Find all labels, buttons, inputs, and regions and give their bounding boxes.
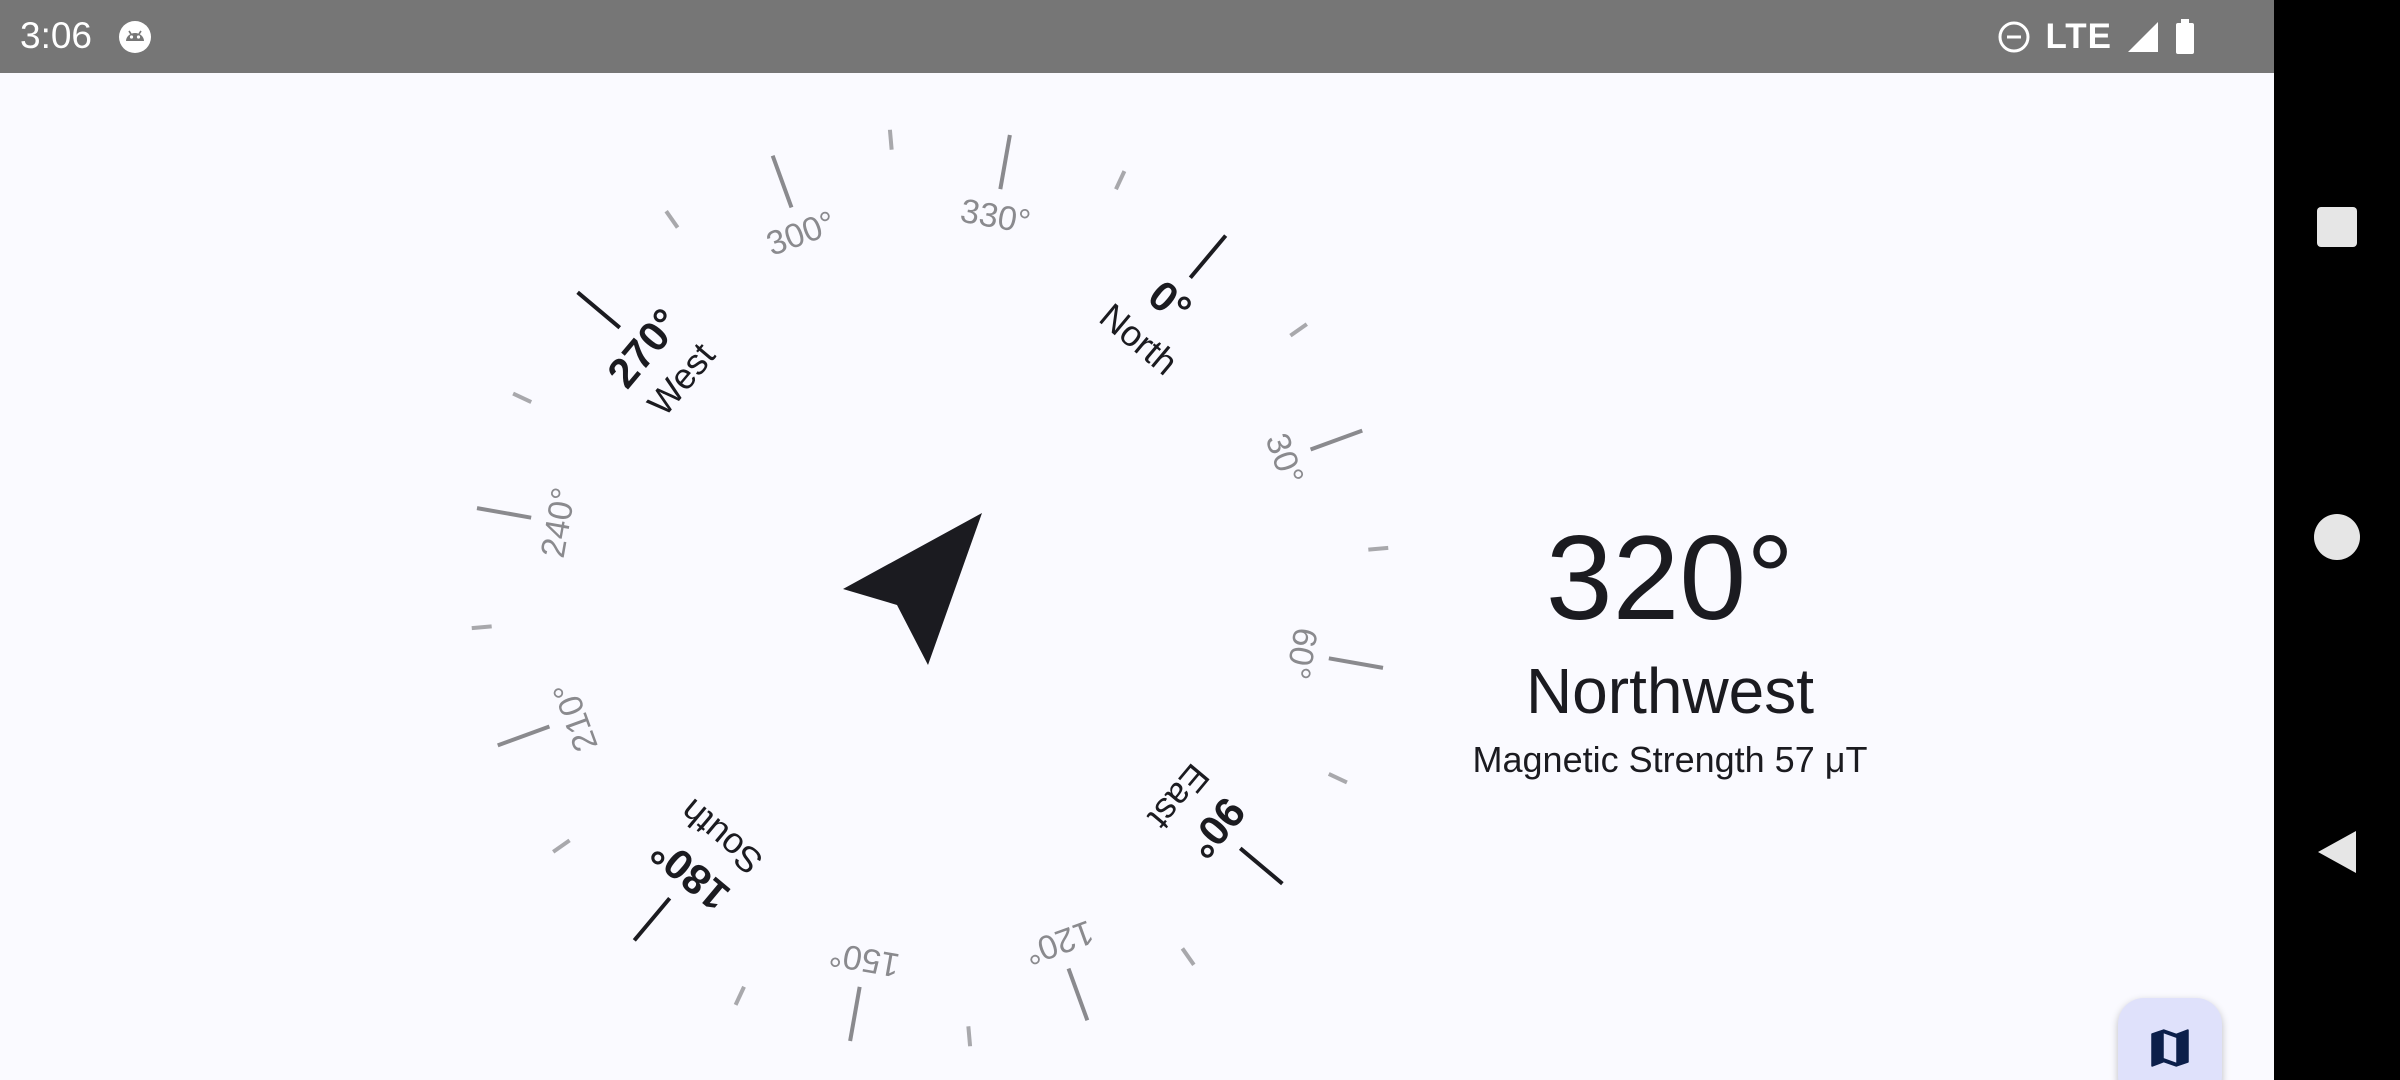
tick-240	[476, 506, 532, 520]
compass-screen: 30° 60° 120° 150° 210° 240° 300° 330° 0° North 90°…	[0, 73, 2274, 1080]
map-button[interactable]	[2118, 998, 2222, 1080]
tick-minor-225	[471, 624, 492, 631]
tick-60	[1328, 656, 1384, 670]
degree-label-120: 120°	[1019, 912, 1098, 972]
tick-major-90	[1238, 846, 1284, 886]
degree-label-150: 150°	[827, 934, 903, 984]
tick-minor-135	[966, 1026, 973, 1047]
compass-dial: 30°60°120°150°210°240°300° 330°0°North90°…	[471, 129, 1389, 1047]
back-triangle-icon	[2316, 829, 2358, 880]
degree-label-240: 240°	[534, 485, 584, 561]
recents-button[interactable]	[2274, 205, 2400, 253]
tick-120	[1066, 967, 1090, 1021]
map-icon	[2145, 1023, 2195, 1078]
tick-minor-75	[1327, 772, 1348, 785]
degree-label-30: 30°	[1258, 428, 1311, 489]
tick-300	[770, 155, 794, 209]
signal-icon	[2126, 20, 2160, 54]
degree-label-300: 300°	[762, 204, 841, 264]
do-not-disturb-icon	[1997, 20, 2031, 54]
home-button[interactable]	[2274, 513, 2400, 566]
tick-major-0	[1188, 234, 1228, 280]
recents-square-icon	[2316, 206, 2358, 253]
network-type: LTE	[2045, 17, 2112, 56]
back-button[interactable]	[2274, 830, 2400, 878]
tick-minor-195	[552, 838, 571, 854]
navigation-bar	[2274, 0, 2400, 1080]
tick-30	[1309, 428, 1363, 452]
tick-major-180	[632, 896, 672, 942]
android-app-icon	[118, 20, 152, 54]
heading-direction: Northwest	[1525, 655, 1815, 727]
tick-minor-255	[512, 391, 533, 404]
tick-minor-165	[733, 985, 746, 1006]
degree-label-330: 330°	[958, 192, 1034, 242]
tick-minor-105	[1180, 947, 1196, 966]
tick-210	[497, 724, 551, 748]
tick-major-270	[576, 290, 622, 330]
direction-arrow-icon	[843, 513, 982, 665]
tick-minor-345	[1114, 170, 1127, 191]
magnetic-strength: Magnetic Strength 57 μT	[1472, 739, 1868, 780]
battery-icon	[2174, 19, 2196, 55]
tick-minor-45	[1368, 545, 1389, 552]
degree-label-60: 60°	[1278, 625, 1324, 682]
tick-minor-285	[664, 210, 680, 229]
status-icons: LTE	[1997, 16, 2196, 58]
tick-330	[998, 134, 1012, 190]
tick-minor-315	[887, 129, 894, 150]
home-circle-icon	[2313, 513, 2361, 566]
degree-label-210: 210°	[546, 677, 606, 756]
status-bar: 3:06 LTE	[0, 0, 2274, 73]
tick-150	[848, 986, 862, 1042]
status-time: 3:06	[20, 15, 93, 56]
heading-degrees: 320°	[1545, 511, 1795, 645]
tick-minor-15	[1289, 322, 1308, 338]
